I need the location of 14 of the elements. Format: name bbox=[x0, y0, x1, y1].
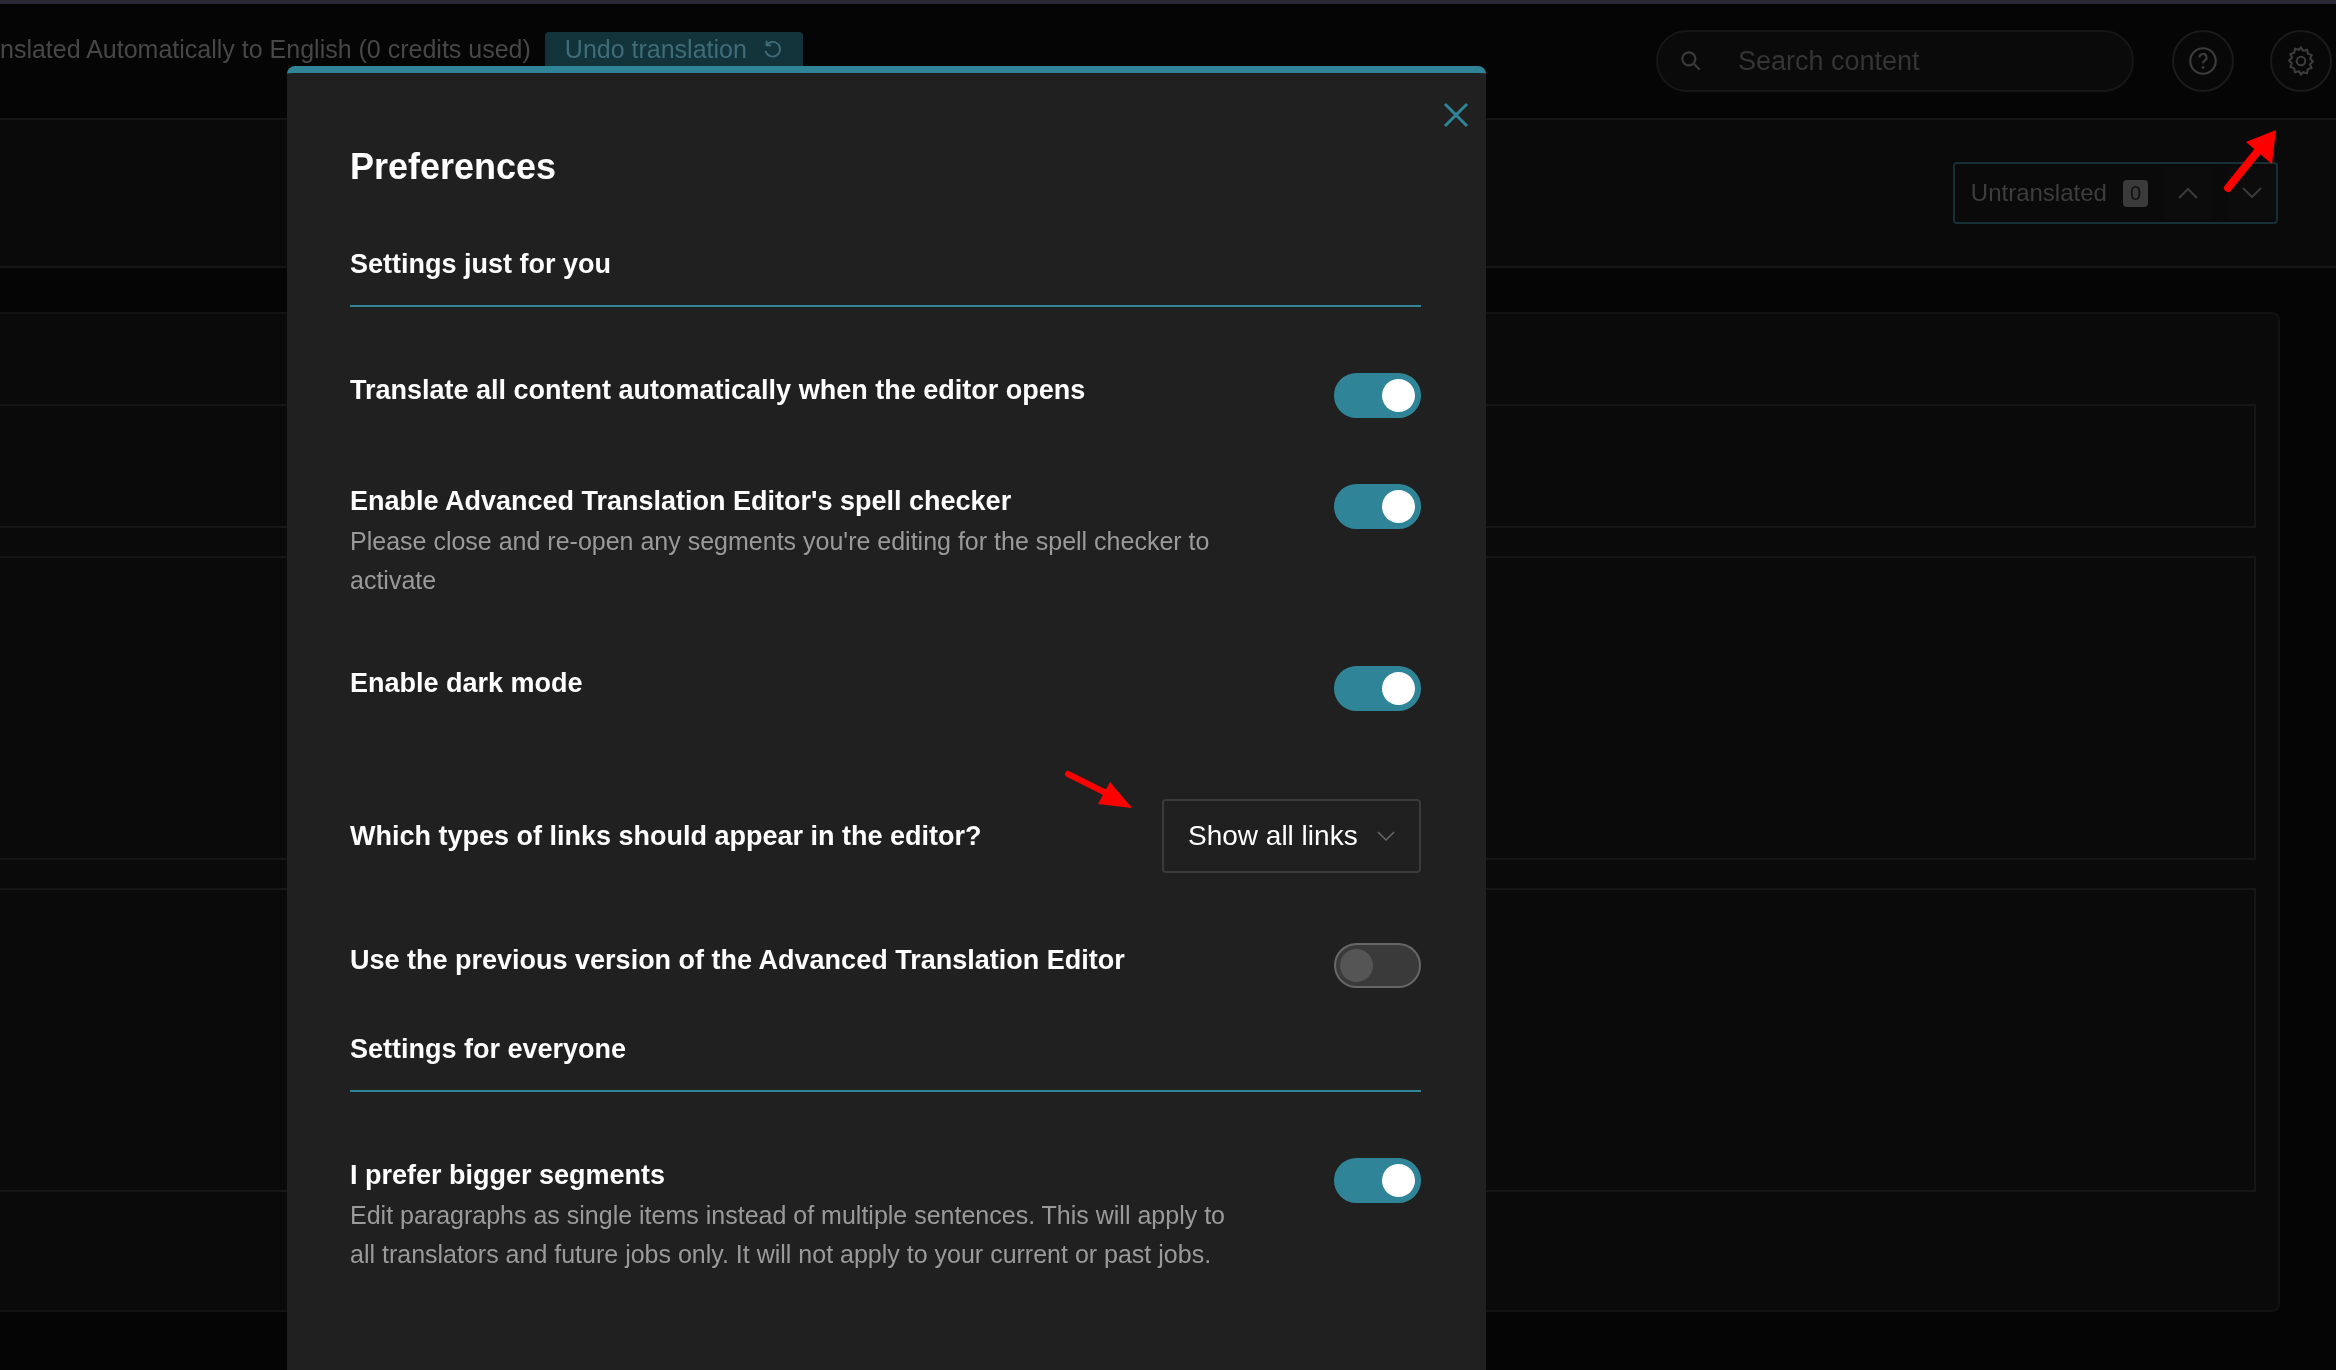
setting-label: Which types of links should appear in the editor? bbox=[350, 820, 982, 853]
dialog-title: Preferences bbox=[350, 145, 558, 189]
setting-label: Use the previous version of the Advanced Translation Editor bbox=[350, 944, 1126, 977]
links-dropdown[interactable]: Show all links bbox=[1162, 799, 1421, 873]
status-text: nslated Automatically to English (0 credits used) bbox=[0, 34, 531, 65]
setting-label: Translate all content automatically when the editor opens bbox=[350, 374, 1087, 407]
setting-label: Enable Advanced Translation Editor's spell checker bbox=[350, 485, 1013, 518]
undo-translation-button[interactable]: Undo translation bbox=[544, 32, 803, 66]
setting-label: I prefer bigger segments bbox=[350, 1159, 667, 1192]
setting-label: Enable dark mode bbox=[350, 667, 584, 700]
setting-description: Please close and re-open any segments you're editing for the spell checker to activate bbox=[350, 526, 1211, 596]
setting-description: Edit paragraphs as single items instead of multiple sentences. This will apply to all translators and future jobs only. It will not apply to your current or past jobs. bbox=[350, 1200, 1226, 1270]
section-heading: Settings for everyone bbox=[350, 1032, 1421, 1092]
section-heading: Settings just for you bbox=[350, 247, 1421, 307]
